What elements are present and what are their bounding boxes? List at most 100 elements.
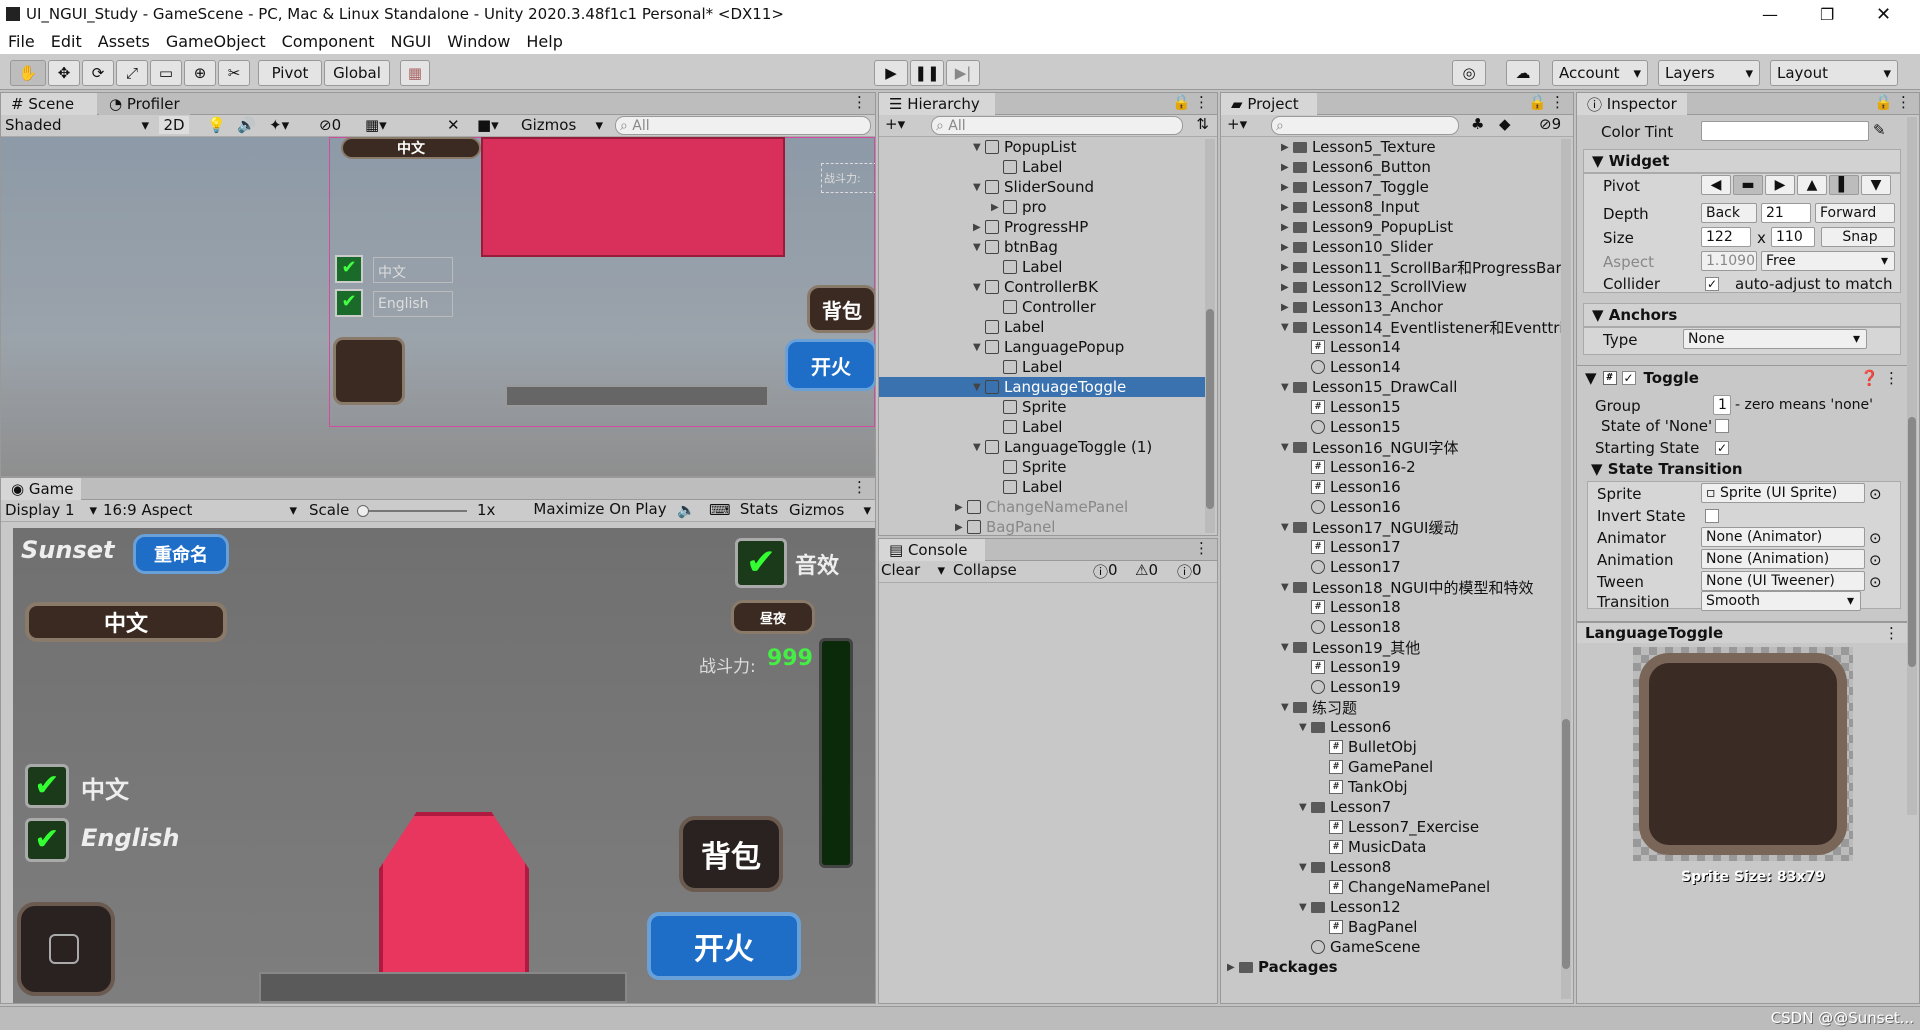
filter-type-icon[interactable]: ♣ <box>1471 115 1484 133</box>
expand-right-icon[interactable]: ▶ <box>1281 162 1293 173</box>
snap-button[interactable]: Snap <box>1821 227 1895 247</box>
scrollbar-thumb[interactable] <box>1908 417 1916 667</box>
maximize-on-play-toggle[interactable]: Maximize On Play <box>531 500 669 521</box>
expand-right-icon[interactable]: ▶ <box>1227 962 1239 973</box>
expand-down-icon[interactable]: ▼ <box>973 142 985 153</box>
expand-right-icon[interactable]: ▶ <box>1281 222 1293 233</box>
tree-row[interactable]: ▶ Lesson8_Input <box>1221 197 1561 217</box>
depth-field[interactable]: 21 <box>1761 203 1811 223</box>
menu-item-component[interactable]: Component <box>274 32 383 51</box>
tree-row[interactable]: # BulletObj <box>1221 737 1561 757</box>
hand-tool-icon[interactable]: ✋ <box>10 60 46 86</box>
tree-row[interactable]: ▼ Lesson8 <box>1221 857 1561 877</box>
expand-right-icon[interactable]: ▶ <box>1281 262 1293 273</box>
tree-row[interactable]: ▶ ChangeNamePanel <box>879 497 1205 517</box>
hidden-objects-icon[interactable]: ⊘0 <box>319 116 341 134</box>
tree-row[interactable]: ▶ Lesson13_Anchor <box>1221 297 1561 317</box>
chinese-button[interactable]: 中文 <box>25 602 227 642</box>
stats-toggle[interactable]: Stats <box>737 500 781 521</box>
lock-icon[interactable]: 🔒 <box>1528 93 1547 111</box>
tree-row[interactable]: # Lesson17 <box>1221 537 1561 557</box>
tab-scene[interactable]: # Scene <box>1 93 97 115</box>
tree-row[interactable]: ▶ Lesson7_Toggle <box>1221 177 1561 197</box>
depth-back-button[interactable]: Back <box>1701 203 1757 223</box>
tab-project[interactable]: ▰ Project <box>1221 93 1317 115</box>
object-picker-icon[interactable]: ⊙ <box>1869 529 1882 547</box>
tools-icon[interactable]: ✕ <box>447 116 460 134</box>
tab-menu-icon[interactable]: ⋮ <box>852 93 867 111</box>
tree-row[interactable]: ▶ Lesson10_Slider <box>1221 237 1561 257</box>
tree-row[interactable]: ▼ Lesson7 <box>1221 797 1561 817</box>
close-icon[interactable]: ✕ <box>1876 4 1891 25</box>
tree-row[interactable]: Label <box>879 157 1205 177</box>
tab-menu-icon[interactable]: ⋮ <box>1896 93 1911 111</box>
expand-down-icon[interactable]: ▼ <box>973 442 985 453</box>
day-night-button[interactable]: 昼夜 <box>731 600 815 634</box>
sort-icon[interactable]: ⇅ <box>1196 115 1209 133</box>
aspect-dropdown[interactable]: 16:9 Aspect ▾ <box>103 501 297 519</box>
expand-down-icon[interactable]: ▼ <box>973 242 985 253</box>
tab-menu-icon[interactable]: ⋮ <box>1194 93 1209 111</box>
audio-icon[interactable]: 🔊 <box>237 116 256 134</box>
tab-profiler[interactable]: ◔ Profiler <box>99 93 190 115</box>
scale-tool-icon[interactable]: ⤢ <box>116 60 148 86</box>
expand-right-icon[interactable]: ▶ <box>1281 282 1293 293</box>
tab-inspector[interactable]: ⓘ Inspector <box>1577 93 1687 115</box>
expand-down-icon[interactable]: ▼ <box>1281 382 1293 393</box>
expand-down-icon[interactable]: ▼ <box>1281 582 1293 593</box>
scale-slider-thumb[interactable] <box>357 505 369 517</box>
starting-state-checkbox[interactable]: ✓ <box>1715 441 1729 455</box>
expand-down-icon[interactable]: ▼ <box>1299 722 1311 733</box>
tree-row[interactable]: ▼ Lesson17_NGUI缓动 <box>1221 517 1561 537</box>
tween-field[interactable]: None (UI Tweener) <box>1701 571 1865 591</box>
toggle-component-header[interactable]: ▼ # ✓ Toggle ❓ ⋮ <box>1577 365 1907 389</box>
transition-dropdown[interactable]: Smooth ▾ <box>1701 591 1861 611</box>
object-picker-icon[interactable]: ⊙ <box>1869 551 1882 569</box>
expand-down-icon[interactable]: ▼ <box>1281 442 1293 453</box>
tree-row[interactable]: # Lesson14 <box>1221 337 1561 357</box>
tree-row[interactable]: ▶ Lesson5_Texture <box>1221 137 1561 157</box>
pivot-top-icon[interactable]: ▲ <box>1797 175 1827 195</box>
check-icon[interactable]: ✔ <box>335 289 363 317</box>
tree-row[interactable]: ▶ pro <box>879 197 1205 217</box>
collapse-toggle[interactable]: Collapse <box>953 561 1027 582</box>
transform-tool-icon[interactable]: ⊕ <box>184 60 216 86</box>
mode-2d-toggle[interactable]: 2D <box>159 116 189 134</box>
color-tint-field[interactable] <box>1701 121 1869 141</box>
help-icon[interactable]: ❓ <box>1860 369 1879 387</box>
sprite-field[interactable]: ▫ Sprite (UI Sprite) <box>1701 483 1865 503</box>
tree-row[interactable]: # Lesson18 <box>1221 597 1561 617</box>
menu-item-assets[interactable]: Assets <box>90 32 158 51</box>
expand-down-icon[interactable]: ▼ <box>1299 902 1311 913</box>
fire-button[interactable]: 开火 <box>647 912 801 980</box>
scene-chinese-button[interactable]: 中文 <box>341 137 481 159</box>
pivot-toggle[interactable]: Pivot <box>258 60 322 86</box>
pivot-left-icon[interactable]: ◀ <box>1701 175 1731 195</box>
anchors-section-header[interactable]: ▼ Anchors <box>1583 303 1901 327</box>
tree-row[interactable]: ▶ Lesson11_ScrollBar和ProgressBar <box>1221 257 1561 277</box>
expand-down-icon[interactable]: ▼ <box>973 382 985 393</box>
joystick-bg[interactable] <box>17 902 115 996</box>
object-picker-icon[interactable]: ⊙ <box>1869 573 1882 591</box>
expand-right-icon[interactable]: ▶ <box>1281 302 1293 313</box>
warning-filter[interactable]: ⚠ 0 <box>1135 561 1175 582</box>
tree-row[interactable]: # Lesson16 <box>1221 477 1561 497</box>
collab-icon[interactable]: ◎ <box>1452 60 1486 86</box>
tree-row[interactable]: # ChangeNamePanel <box>1221 877 1561 897</box>
collider-checkbox[interactable]: ✓ <box>1705 277 1719 291</box>
menu-item-gameobject[interactable]: GameObject <box>158 32 274 51</box>
expand-right-icon[interactable]: ▶ <box>991 202 1003 213</box>
menu-item-edit[interactable]: Edit <box>43 32 90 51</box>
expand-down-icon[interactable]: ▼ <box>973 342 985 353</box>
check-icon[interactable]: ✔ <box>335 255 363 283</box>
expand-down-icon[interactable]: ▼ <box>1281 322 1293 333</box>
tree-row[interactable]: ▼ Lesson6 <box>1221 717 1561 737</box>
tree-row[interactable]: Label <box>879 417 1205 437</box>
pivot-right-icon[interactable]: ▶ <box>1765 175 1795 195</box>
tree-row[interactable]: # Lesson7_Exercise <box>1221 817 1561 837</box>
tab-menu-icon[interactable]: ⋮ <box>852 478 867 496</box>
filter-label-icon[interactable]: ◆ <box>1499 115 1511 133</box>
project-search-input[interactable]: ⌕ <box>1271 116 1459 135</box>
tree-row[interactable]: # MusicData <box>1221 837 1561 857</box>
tree-row[interactable]: ▼ Lesson15_DrawCall <box>1221 377 1561 397</box>
